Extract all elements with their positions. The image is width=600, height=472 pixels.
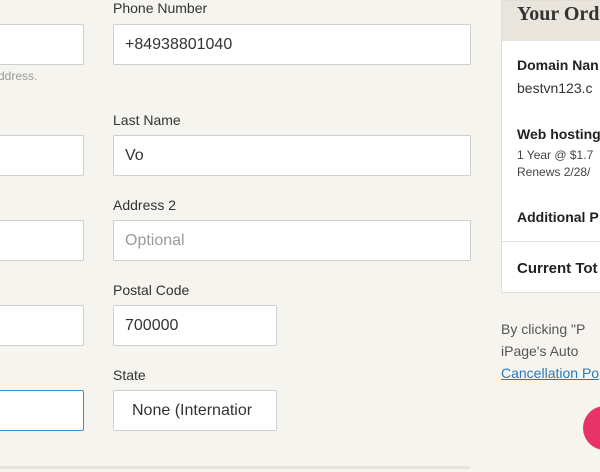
last-name-label: Last Name	[113, 112, 181, 128]
first-column-field-1[interactable]	[0, 24, 84, 65]
domain-name-label: Domain Nan	[517, 57, 599, 73]
city-field[interactable]	[0, 305, 84, 346]
address2-label: Address 2	[113, 197, 177, 213]
submit-circle-button[interactable]	[583, 406, 600, 450]
address-field[interactable]	[0, 220, 84, 261]
web-hosting-label: Web hosting	[517, 126, 600, 142]
current-total-label: Current Tot	[517, 260, 598, 277]
terms-line-1: By clicking "P	[501, 321, 586, 337]
address2-input[interactable]	[113, 220, 471, 261]
postal-code-input[interactable]	[113, 305, 277, 346]
state-select-value: None (Internatior	[132, 402, 253, 419]
terms-text: By clicking "P iPage's Auto Cancellation…	[501, 318, 599, 384]
first-name-field[interactable]	[0, 135, 84, 176]
phone-label: Phone Number	[113, 0, 208, 16]
order-summary-panel: Your Ord Domain Nan bestvn123.c Web host…	[501, 0, 600, 293]
email-hint-text: ddress.	[0, 69, 38, 83]
order-summary-separator	[502, 241, 600, 242]
phone-input[interactable]	[113, 24, 471, 65]
hosting-renew-text: Renews 2/28/	[517, 165, 591, 179]
terms-line-2: iPage's Auto	[501, 343, 579, 359]
cancellation-policy-link[interactable]: Cancellation Po	[501, 365, 599, 381]
order-summary-title: Your Ord	[517, 3, 600, 25]
country-field[interactable]	[0, 390, 84, 431]
additional-products-label: Additional P	[517, 209, 599, 225]
last-name-input[interactable]	[113, 135, 471, 176]
domain-name-value: bestvn123.c	[517, 80, 593, 96]
state-select[interactable]: None (Internatior	[113, 390, 277, 431]
order-summary-header: Your Ord	[502, 1, 600, 41]
state-label: State	[113, 367, 146, 383]
hosting-term-text: 1 Year @ $1.7	[517, 148, 594, 162]
form-divider	[0, 466, 470, 469]
postal-code-label: Postal Code	[113, 282, 190, 298]
